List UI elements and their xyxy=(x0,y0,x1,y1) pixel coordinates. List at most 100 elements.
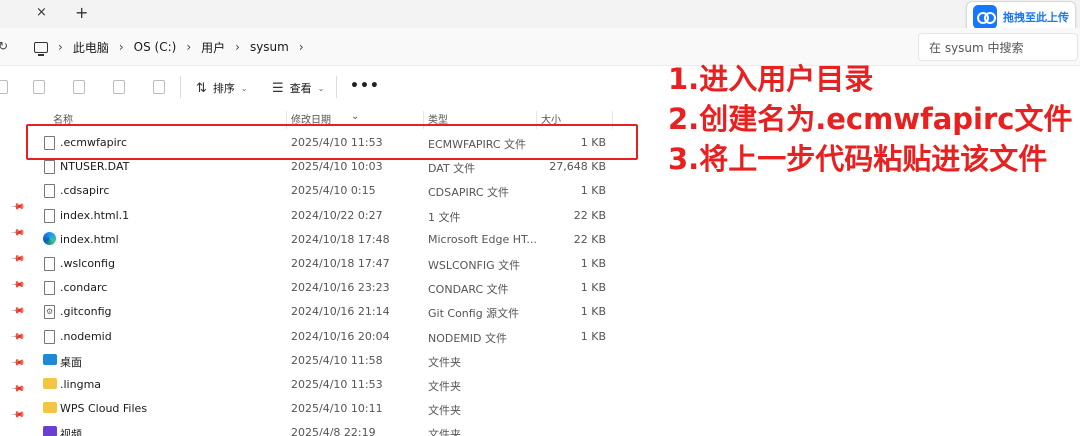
file-size: 22 KB xyxy=(573,232,606,246)
copy-icon[interactable] xyxy=(33,80,45,94)
file-date: 2024/10/18 17:47 xyxy=(291,256,390,270)
file-date: 2025/4/10 11:53 xyxy=(291,377,383,391)
file-name: index.html.1 xyxy=(60,208,130,222)
file-date: 2025/4/10 10:03 xyxy=(291,160,383,174)
pin-icon: 📌 xyxy=(10,277,26,293)
file-type: CONDARC 文件 xyxy=(428,283,509,297)
table-row[interactable]: index.html 2024/10/18 17:48 Microsoft Edge… xyxy=(24,227,644,251)
file-type: CDSAPIRC 文件 xyxy=(428,186,510,200)
file-type: 文件夹 xyxy=(428,428,461,436)
search-placeholder: 在 sysum 中搜索 xyxy=(929,40,1024,55)
file-date: 2024/10/16 21:14 xyxy=(291,305,390,319)
file-size: 1 KB xyxy=(580,184,606,198)
sort-icon: ⇅ xyxy=(196,80,207,96)
sort-button[interactable]: ⇅ 排序 ⌄ xyxy=(196,80,248,96)
file-date: 2025/4/10 10:11 xyxy=(291,402,383,416)
chevron-right-icon[interactable]: › xyxy=(119,40,124,54)
file-icon xyxy=(44,329,55,344)
close-tab-icon[interactable]: × xyxy=(36,5,47,20)
pin-icon: 📌 xyxy=(10,407,26,423)
file-date: 2025/4/10 11:58 xyxy=(291,353,383,367)
file-type: 文件夹 xyxy=(428,379,461,393)
file-date: 2024/10/16 23:23 xyxy=(291,281,390,295)
chevron-right-icon[interactable]: › xyxy=(299,40,304,54)
file-date: 2025/4/10 0:15 xyxy=(291,184,376,198)
file-icon xyxy=(44,256,55,271)
file-name: index.html xyxy=(60,232,119,246)
computer-icon xyxy=(34,41,48,56)
config-file-icon xyxy=(44,305,55,320)
file-date: 2024/10/18 17:48 xyxy=(291,232,390,246)
file-name: .gitconfig xyxy=(60,305,112,319)
share-icon[interactable] xyxy=(113,80,125,94)
breadcrumb-this-pc[interactable]: 此电脑 xyxy=(73,39,109,56)
file-name: .nodemid xyxy=(60,329,112,343)
file-type: 文件夹 xyxy=(428,355,461,369)
sort-label: 排序 xyxy=(212,82,235,95)
chevron-right-icon[interactable]: › xyxy=(58,40,63,54)
file-date: 2024/10/16 20:04 xyxy=(291,329,390,343)
breadcrumb-users[interactable]: 用户 xyxy=(201,39,225,56)
title-bar: × + 拖拽至此上传 xyxy=(0,0,1080,33)
rename-icon[interactable] xyxy=(73,80,85,94)
view-list-icon: ☰ xyxy=(272,80,284,96)
pin-icon: 📌 xyxy=(10,329,26,345)
file-date: 2025/4/8 22:19 xyxy=(291,426,376,436)
view-button[interactable]: ☰ 查看 ⌄ xyxy=(272,80,324,96)
annotation-step-3: 3.将上一步代码粘贴进该文件 xyxy=(668,142,1048,176)
annotation-step-2: 2.创建名为.ecmwfapirc文件 xyxy=(668,102,1073,136)
table-row[interactable]: .wslconfig 2024/10/18 17:47 WSLCONFIG 文件 1 … xyxy=(24,251,644,275)
file-type: DAT 文件 xyxy=(428,162,476,176)
pin-icon: 📌 xyxy=(10,381,26,397)
pin-icon: 📌 xyxy=(10,225,26,241)
file-size: 22 KB xyxy=(573,208,606,222)
table-row[interactable]: .cdsapirc 2025/4/10 0:15 CDSAPIRC 文件 1 KB xyxy=(24,178,644,202)
address-bar: ↻ › 此电脑 › OS (C:) › 用户 › sysum › 在 sysum… xyxy=(0,28,1080,66)
file-list: .ecmwfapirc 2025/4/10 11:53 ECMWFAPIRC 文件 1… xyxy=(24,130,644,436)
delete-icon[interactable] xyxy=(153,80,165,94)
toolbar-divider xyxy=(180,76,181,98)
file-size: 1 KB xyxy=(580,281,606,295)
file-icon xyxy=(44,281,55,296)
chevron-right-icon[interactable]: › xyxy=(235,40,240,54)
chevron-down-icon: ⌄ xyxy=(240,83,248,93)
refresh-icon[interactable]: ↻ xyxy=(0,39,8,53)
table-row[interactable]: .condarc 2024/10/16 23:23 CONDARC 文件 1 KB xyxy=(24,275,644,299)
breadcrumb-sysum[interactable]: sysum xyxy=(250,40,289,54)
folder-icon xyxy=(43,377,57,389)
sort-caret-icon: ⌄ xyxy=(351,111,360,122)
folder-icon xyxy=(43,402,57,414)
highlight-box xyxy=(26,124,638,160)
column-headers: 名称 ⌄ 修改日期 类型 大小 xyxy=(24,106,664,129)
new-tab-icon[interactable]: + xyxy=(75,3,88,22)
table-row[interactable]: WPS Cloud Files 2025/4/10 10:11 文件夹 xyxy=(24,396,644,420)
table-row[interactable]: .gitconfig 2024/10/16 21:14 Git Config 源文件… xyxy=(24,299,644,323)
annotation-step-1: 1.进入用户目录 xyxy=(668,62,874,96)
file-name: 视频 xyxy=(60,428,82,436)
upload-button-label: 拖拽至此上传 xyxy=(1003,11,1069,24)
chevron-right-icon[interactable]: › xyxy=(186,40,191,54)
cut-icon[interactable] xyxy=(0,80,8,94)
file-icon xyxy=(44,160,55,175)
file-name: .wslconfig xyxy=(60,256,115,270)
search-input[interactable]: 在 sysum 中搜索 xyxy=(918,33,1078,61)
table-row[interactable]: 桌面 2025/4/10 11:58 文件夹 xyxy=(24,348,644,372)
file-name: .condarc xyxy=(60,281,108,295)
file-type: 文件夹 xyxy=(428,404,461,418)
file-size: 1 KB xyxy=(580,329,606,343)
file-type: 1 文件 xyxy=(428,210,461,224)
toolbar-divider xyxy=(336,76,337,98)
table-row[interactable]: 视频 2025/4/8 22:19 文件夹 xyxy=(24,420,644,436)
table-row[interactable]: .nodemid 2024/10/16 20:04 NODEMID 文件 1 KB xyxy=(24,324,644,348)
cloud-logo-icon xyxy=(973,5,997,29)
command-bar: ⇅ 排序 ⌄ ☰ 查看 ⌄ ••• xyxy=(0,66,660,106)
file-name: 桌面 xyxy=(60,355,82,369)
navigation-pane: 📌 📌 📌 📌 📌 📌 📌 📌 📌 xyxy=(0,106,26,436)
file-size: 27,648 KB xyxy=(549,160,606,174)
breadcrumb-drive-c[interactable]: OS (C:) xyxy=(134,40,177,54)
table-row[interactable]: .lingma 2025/4/10 11:53 文件夹 xyxy=(24,372,644,396)
more-options-icon[interactable]: ••• xyxy=(350,78,380,94)
edge-icon xyxy=(43,231,56,245)
table-row[interactable]: index.html.1 2024/10/22 0:27 1 文件 22 KB xyxy=(24,203,644,227)
file-type: Git Config 源文件 xyxy=(428,307,520,321)
